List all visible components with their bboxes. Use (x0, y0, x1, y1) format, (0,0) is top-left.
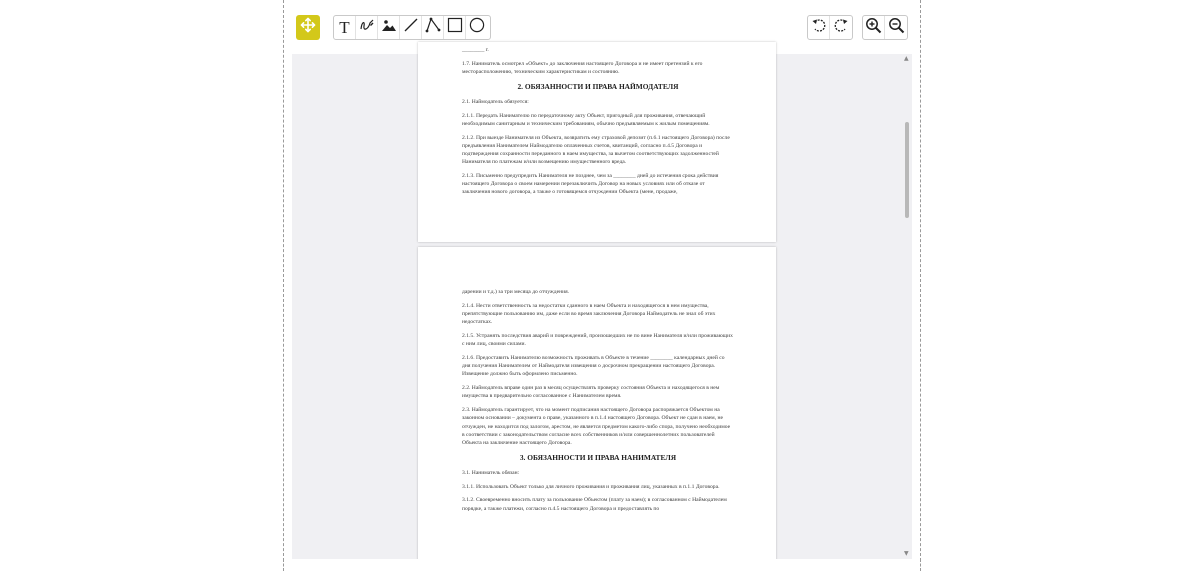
rotate-left-icon (811, 17, 827, 38)
circle-icon (469, 17, 485, 38)
freehand-icon (359, 17, 375, 38)
section-2-heading: 2. ОБЯЗАННОСТИ И ПРАВА НАЙМОДАТЕЛЯ (517, 81, 679, 91)
circle-tool-button[interactable] (466, 16, 488, 39)
scrollbar-thumb[interactable] (905, 122, 909, 218)
move-tool-button[interactable] (296, 15, 320, 40)
document-page-1: ________ г. 1.7. Наниматель осмотрел «Об… (418, 42, 776, 242)
top-fragment: ________ г. (462, 47, 489, 53)
clause-2-1-2: 2.1.2. При выезде Нанимателя из Объекта,… (462, 134, 730, 166)
zoom-in-icon (865, 17, 882, 39)
drawing-tools-group: T (333, 15, 491, 40)
left-frame-border-bottom (283, 559, 284, 571)
rotate-right-icon (833, 17, 849, 38)
scroll-down-arrow[interactable]: ▼ (904, 550, 909, 557)
image-tool-button[interactable] (378, 16, 400, 39)
zoom-group (862, 15, 908, 40)
clause-3-1: 3.1. Наниматель обязан: (462, 469, 520, 476)
text-tool-button[interactable]: T (334, 16, 356, 39)
clause-1-7: 1.7. Наниматель осмотрел «Объект» до зак… (462, 60, 703, 75)
rectangle-icon (447, 17, 463, 38)
text-icon: T (339, 18, 350, 37)
line-icon (403, 17, 419, 38)
clause-2-1-6: 2.1.6. Предоставить Нанимателю возможнос… (462, 355, 725, 378)
bottom-clip (0, 559, 1200, 571)
zoom-in-button[interactable] (863, 16, 885, 39)
zoom-out-button[interactable] (885, 16, 907, 39)
move-icon (300, 17, 316, 38)
right-frame-border (920, 0, 921, 571)
rotate-group (807, 15, 853, 40)
document-page-2: дарении и т.д.) за три месяца до отчужде… (418, 247, 776, 571)
polyline-icon (425, 17, 441, 38)
section-3-heading: 3. ОБЯЗАННОСТИ И ПРАВА НАНИМАТЕЛЯ (519, 452, 677, 462)
clause-3-1-2: 3.1.2. Своевременно вносить плату за пол… (462, 497, 727, 512)
freehand-tool-button[interactable] (356, 16, 378, 39)
rectangle-tool-button[interactable] (444, 16, 466, 39)
line-tool-button[interactable] (400, 16, 422, 39)
clause-2-1-3: 2.1.3. Письменно предупредить Нанимателя… (462, 173, 719, 196)
image-icon (381, 18, 397, 37)
zoom-out-icon (888, 17, 905, 39)
polyline-tool-button[interactable] (422, 16, 444, 39)
clause-2-1-5: 2.1.5. Устранять последствия аварий и по… (462, 333, 733, 348)
clause-2-2: 2.2. Наймодатель вправе один раз в месяц… (462, 385, 720, 400)
right-frame-border-bottom (920, 559, 921, 571)
scroll-up-arrow[interactable]: ▲ (904, 55, 909, 62)
clause-2-1-1: 2.1.1. Передать Нанимателю по передаточн… (462, 112, 710, 127)
page-2-text: дарении и т.д.) за три месяца до отчужде… (462, 288, 734, 518)
clause-2-1: 2.1. Наймодатель обязуется: (462, 98, 529, 105)
page-1-text: ________ г. 1.7. Наниматель осмотрел «Об… (462, 46, 734, 202)
clause-3-1-1: 3.1.1. Использовать Объект только для ли… (462, 483, 720, 490)
rotate-right-button[interactable] (830, 16, 852, 39)
clause-2-3: 2.3. Наймодатель гарантирует, что на мом… (462, 407, 731, 447)
left-frame-border (283, 0, 284, 571)
rotate-left-button[interactable] (808, 16, 830, 39)
clause-2-1-4: 2.1.4. Нести ответственность за недостат… (462, 302, 716, 326)
continuation-text: дарении и т.д.) за три месяца до отчужде… (462, 289, 570, 295)
